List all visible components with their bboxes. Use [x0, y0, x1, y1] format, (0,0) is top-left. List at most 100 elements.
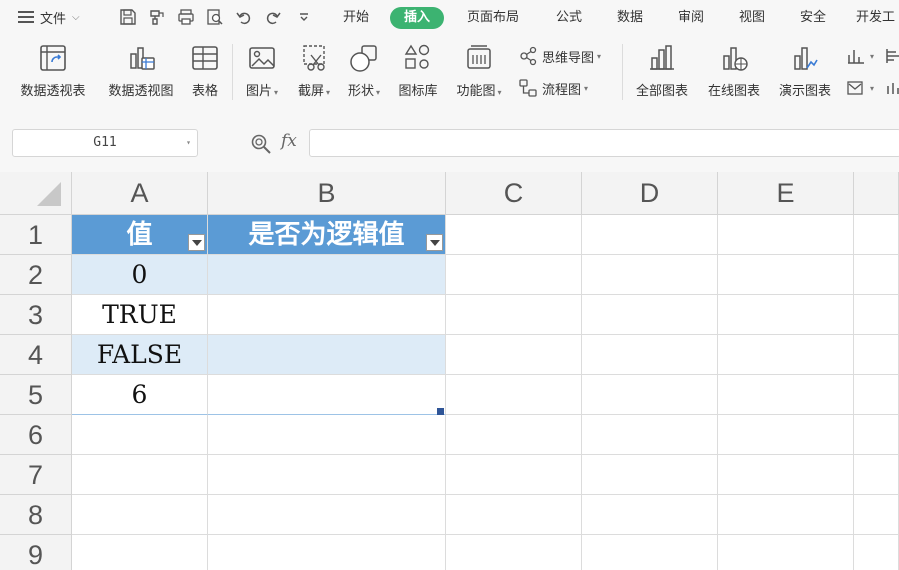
screenshot-button[interactable]: 截屏 ▾ — [292, 42, 336, 99]
icon-library-button[interactable]: 图标库 — [394, 42, 442, 99]
row-header-6[interactable]: 6 — [0, 415, 72, 455]
row-header-3[interactable]: 3 — [0, 295, 72, 335]
cell-c5[interactable] — [446, 375, 582, 415]
cell-b1[interactable]: 是否为逻辑值 — [208, 215, 446, 255]
cell-a5[interactable]: 6 — [72, 375, 208, 415]
cell-b6[interactable] — [208, 415, 446, 455]
cell-e2[interactable] — [718, 255, 854, 295]
cell-a9[interactable] — [72, 535, 208, 570]
cell-b8[interactable] — [208, 495, 446, 535]
tab-data[interactable]: 数据 — [607, 7, 653, 29]
cell-e6[interactable] — [718, 415, 854, 455]
cell-a3[interactable]: TRUE — [72, 295, 208, 335]
formula-input[interactable] — [309, 129, 899, 157]
column-header-f[interactable] — [854, 172, 899, 215]
line-chart-dropdown[interactable]: ▾ — [846, 78, 874, 98]
cell-b5[interactable] — [208, 375, 446, 415]
column-header-c[interactable]: C — [446, 172, 582, 215]
cell-a6[interactable] — [72, 415, 208, 455]
print-preview-icon[interactable] — [205, 7, 225, 27]
name-box[interactable]: G11 ▾ — [12, 129, 198, 157]
cell-f5[interactable] — [854, 375, 899, 415]
cell-e4[interactable] — [718, 335, 854, 375]
cell-b9[interactable] — [208, 535, 446, 570]
cell-f6[interactable] — [854, 415, 899, 455]
cell-b7[interactable] — [208, 455, 446, 495]
cell-f2[interactable] — [854, 255, 899, 295]
cell-c4[interactable] — [446, 335, 582, 375]
cell-c3[interactable] — [446, 295, 582, 335]
row-header-7[interactable]: 7 — [0, 455, 72, 495]
cell-f9[interactable] — [854, 535, 899, 570]
cell-d6[interactable] — [582, 415, 718, 455]
cell-c6[interactable] — [446, 415, 582, 455]
tab-developer[interactable]: 开发工 — [856, 7, 899, 29]
row-header-2[interactable]: 2 — [0, 255, 72, 295]
bar-chart-dropdown[interactable] — [884, 46, 899, 66]
print-icon[interactable] — [176, 7, 196, 27]
tab-security[interactable]: 安全 — [790, 7, 836, 29]
cell-f7[interactable] — [854, 455, 899, 495]
redo-icon[interactable] — [263, 7, 283, 27]
tab-view[interactable]: 视图 — [729, 7, 775, 29]
table-button[interactable]: 表格 — [187, 42, 223, 99]
cell-b4[interactable] — [208, 335, 446, 375]
chevron-down-icon[interactable]: ▾ — [186, 130, 191, 156]
cell-d5[interactable] — [582, 375, 718, 415]
tab-formulas[interactable]: 公式 — [546, 7, 592, 29]
cell-f4[interactable] — [854, 335, 899, 375]
mind-map-button[interactable]: 思维导图 ▾ — [518, 46, 601, 66]
row-header-5[interactable]: 5 — [0, 375, 72, 415]
tab-page-layout[interactable]: 页面布局 — [458, 7, 528, 29]
cell-d1[interactable] — [582, 215, 718, 255]
cell-c1[interactable] — [446, 215, 582, 255]
pivot-table-button[interactable]: 数据透视表 — [14, 42, 92, 99]
row-header-9[interactable]: 9 — [0, 535, 72, 570]
row-header-8[interactable]: 8 — [0, 495, 72, 535]
cell-d2[interactable] — [582, 255, 718, 295]
table-resize-handle[interactable] — [437, 408, 444, 415]
column-header-d[interactable]: D — [582, 172, 718, 215]
cell-a4[interactable]: FALSE — [72, 335, 208, 375]
cell-f8[interactable] — [854, 495, 899, 535]
row-header-4[interactable]: 4 — [0, 335, 72, 375]
cell-e3[interactable] — [718, 295, 854, 335]
filter-dropdown-icon[interactable] — [188, 234, 205, 251]
demo-charts-button[interactable]: 演示图表 — [773, 42, 837, 99]
cell-e9[interactable] — [718, 535, 854, 570]
tab-review[interactable]: 审阅 — [668, 7, 714, 29]
cell-e7[interactable] — [718, 455, 854, 495]
function-chart-button[interactable]: 功能图 ▾ — [450, 42, 508, 99]
column-header-b[interactable]: B — [208, 172, 446, 215]
select-all-corner[interactable] — [0, 172, 72, 215]
cell-f3[interactable] — [854, 295, 899, 335]
zoom-search-icon[interactable] — [250, 133, 272, 155]
cell-d4[interactable] — [582, 335, 718, 375]
file-menu-button[interactable]: 文件 ⌵ — [18, 7, 80, 27]
pivot-chart-button[interactable]: 数据透视图 — [102, 42, 180, 99]
cell-c8[interactable] — [446, 495, 582, 535]
column-header-e[interactable]: E — [718, 172, 854, 215]
cell-d3[interactable] — [582, 295, 718, 335]
cell-a7[interactable] — [72, 455, 208, 495]
cell-d8[interactable] — [582, 495, 718, 535]
cell-b3[interactable] — [208, 295, 446, 335]
cell-a1[interactable]: 值 — [72, 215, 208, 255]
flowchart-button[interactable]: 流程图 ▾ — [518, 78, 588, 98]
tab-home[interactable]: 开始 — [334, 7, 378, 29]
cell-e8[interactable] — [718, 495, 854, 535]
shapes-button[interactable]: 形状 ▾ — [342, 42, 386, 99]
cell-a2[interactable]: 0 — [72, 255, 208, 295]
cell-d9[interactable] — [582, 535, 718, 570]
save-icon[interactable] — [118, 7, 138, 27]
combo-chart-dropdown[interactable] — [884, 78, 899, 98]
cell-f1[interactable] — [854, 215, 899, 255]
cell-c2[interactable] — [446, 255, 582, 295]
cell-d7[interactable] — [582, 455, 718, 495]
filter-dropdown-icon[interactable] — [426, 234, 443, 251]
column-chart-dropdown[interactable]: ▾ — [846, 46, 874, 66]
customize-quick-access-icon[interactable] — [294, 7, 314, 27]
cell-a8[interactable] — [72, 495, 208, 535]
all-charts-button[interactable]: 全部图表 — [630, 42, 694, 99]
cell-e5[interactable] — [718, 375, 854, 415]
